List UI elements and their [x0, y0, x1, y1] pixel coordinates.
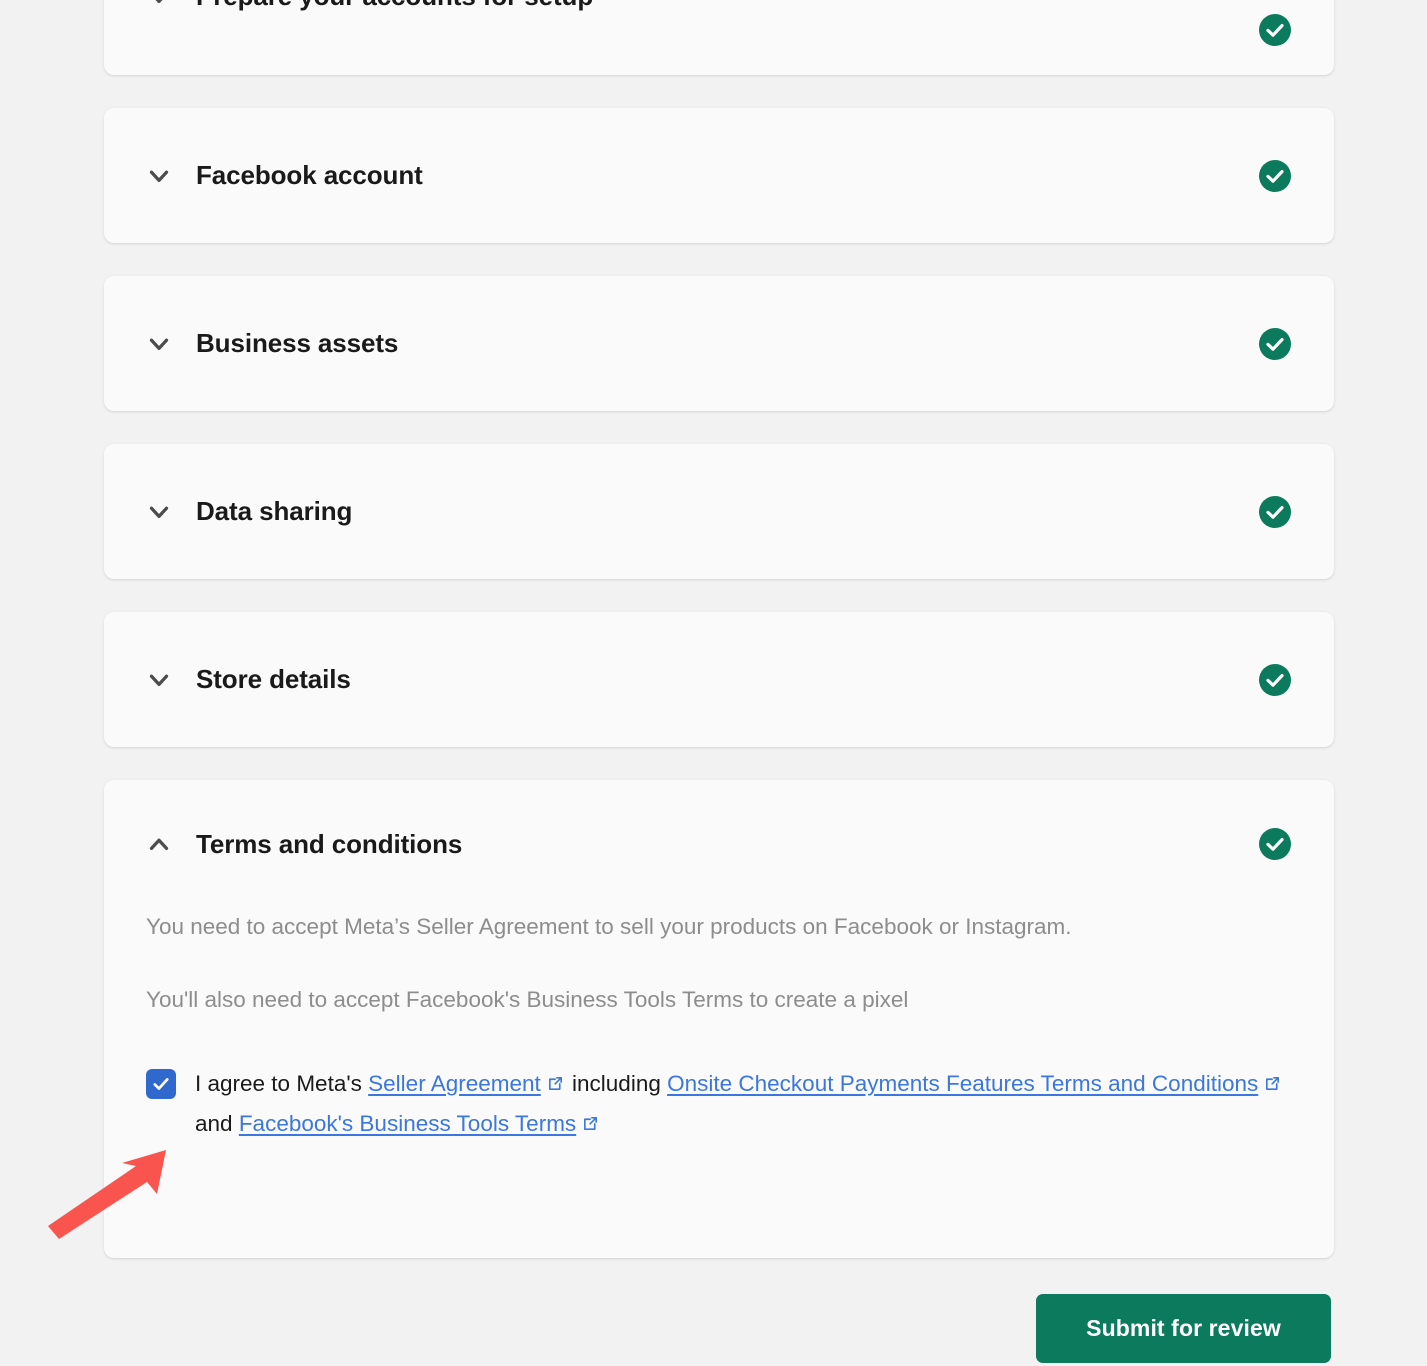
accordion-title-business-assets: Business assets: [196, 328, 399, 358]
accordion-section-facebook-account[interactable]: Facebook account: [104, 108, 1334, 243]
accordion-title-facebook-account: Facebook account: [196, 160, 423, 190]
status-complete-icon: [1257, 494, 1293, 530]
accordion-header-terms-and-conditions[interactable]: Terms and conditions: [104, 780, 1334, 908]
accordion-title-terms-and-conditions: Terms and conditions: [196, 828, 463, 859]
agreement-row: I agree to Meta's Seller Agreement inclu…: [146, 1064, 1294, 1144]
chevron-down-icon[interactable]: [144, 161, 174, 191]
chevron-down-icon[interactable]: [144, 497, 174, 527]
external-link-icon: [582, 1115, 599, 1132]
accordion-section-store-details[interactable]: Store details: [104, 612, 1334, 747]
submit-for-review-button[interactable]: Submit for review: [1036, 1294, 1331, 1363]
chevron-down-icon[interactable]: [144, 0, 174, 12]
accordion-title-data-sharing: Data sharing: [196, 496, 353, 526]
accordion-header-facebook-account[interactable]: Facebook account: [104, 108, 1334, 243]
accordion-section-terms-and-conditions[interactable]: Terms and conditions You need to accept …: [104, 780, 1334, 1258]
accordion-header-data-sharing[interactable]: Data sharing: [104, 444, 1334, 579]
accordion-title-prepare: Prepare your accounts for setup: [196, 0, 593, 12]
onsite-checkout-terms-link[interactable]: Onsite Checkout Payments Features Terms …: [667, 1071, 1258, 1096]
agreement-text: I agree to Meta's Seller Agreement inclu…: [195, 1064, 1290, 1144]
seller-agreement-link[interactable]: Seller Agreement: [368, 1071, 541, 1096]
status-complete-icon: [1257, 12, 1293, 48]
accordion-header-business-assets[interactable]: Business assets: [104, 276, 1334, 411]
chevron-down-icon[interactable]: [144, 329, 174, 359]
status-complete-icon: [1257, 326, 1293, 362]
status-complete-icon: [1257, 662, 1293, 698]
chevron-down-icon[interactable]: [144, 665, 174, 695]
accordion-header-store-details[interactable]: Store details: [104, 612, 1334, 747]
terms-paragraph-1: You need to accept Meta’s Seller Agreeme…: [146, 914, 1072, 939]
external-link-icon: [1264, 1075, 1281, 1092]
status-complete-icon: [1257, 158, 1293, 194]
status-complete-icon: [1257, 826, 1293, 862]
terms-paragraph-2: You'll also need to accept Facebook's Bu…: [146, 987, 909, 1012]
accordion-header-prepare[interactable]: Prepare your accounts for setup: [104, 0, 1334, 60]
external-link-icon: [547, 1075, 564, 1092]
agreement-prefix: I agree to Meta's: [195, 1071, 362, 1096]
setup-checklist-page: Prepare your accounts for setup Facebook…: [0, 0, 1427, 1366]
agreement-middle: including: [572, 1071, 661, 1096]
terms-body: You need to accept Meta’s Seller Agreeme…: [104, 908, 1334, 1144]
accordion-section-data-sharing[interactable]: Data sharing: [104, 444, 1334, 579]
accordion-title-store-details: Store details: [196, 664, 351, 694]
accordion-section-prepare[interactable]: Prepare your accounts for setup: [104, 0, 1334, 75]
agreement-conjunction: and: [195, 1111, 233, 1136]
business-tools-terms-link[interactable]: Facebook's Business Tools Terms: [239, 1111, 576, 1136]
agreement-checkbox[interactable]: [146, 1069, 176, 1099]
accordion-section-business-assets[interactable]: Business assets: [104, 276, 1334, 411]
chevron-up-icon[interactable]: [144, 829, 174, 859]
